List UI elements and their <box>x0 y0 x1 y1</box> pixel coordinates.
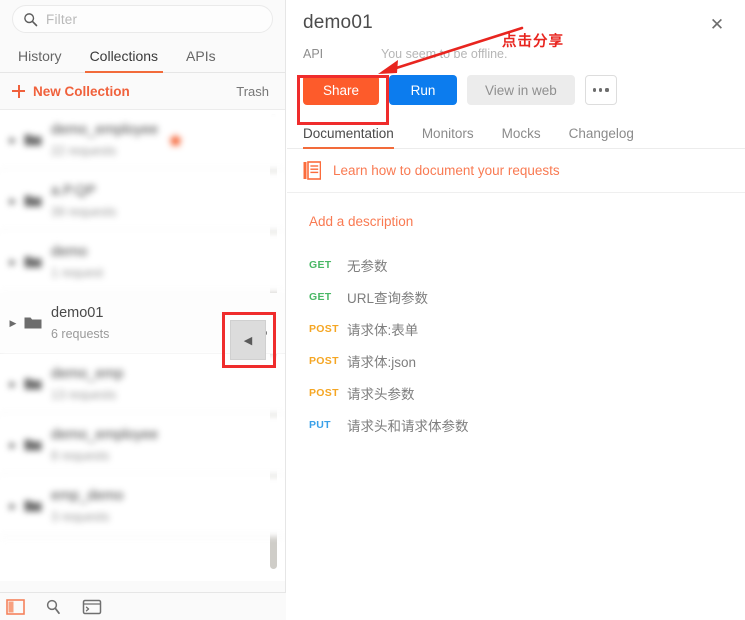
learn-documentation-link[interactable]: Learn how to document your requests <box>333 163 560 178</box>
folder-icon <box>24 256 42 268</box>
request-list: GET 无参数 GET URL查询参数 POST 请求体:表单 POST 请求体:json PO… <box>287 231 745 441</box>
collection-request-count: 1 request <box>51 265 104 280</box>
sidebar-collapse-button[interactable]: ◀ <box>230 320 266 360</box>
list-item[interactable]: ▶ demo_employee 8 requests <box>0 415 285 476</box>
list-item[interactable]: ▶ emp_demo 3 requests <box>0 476 285 537</box>
request-name: URL查询参数 <box>347 291 429 306</box>
collection-request-count: 13 requests <box>51 387 117 402</box>
request-method-badge: GET <box>309 291 332 303</box>
tab-mocks[interactable]: Mocks <box>488 126 555 148</box>
view-in-web-button[interactable]: View in web <box>467 75 575 105</box>
folder-icon <box>24 134 42 146</box>
console-icon[interactable] <box>82 598 102 616</box>
sidebar-toggle-icon[interactable] <box>6 598 26 616</box>
tab-documentation[interactable]: Documentation <box>303 126 408 149</box>
request-name: 请求头和请求体参数 <box>347 419 469 434</box>
plus-icon <box>12 84 25 98</box>
action-button-row: Share Run View in web <box>303 75 729 105</box>
request-method-badge: PUT <box>309 419 331 431</box>
request-method-badge: POST <box>309 323 339 335</box>
app-window: Filter History Collections APIs New Coll… <box>0 0 745 620</box>
folder-icon <box>24 500 42 512</box>
request-row[interactable]: POST 请求体:json <box>305 345 745 377</box>
request-row[interactable]: PUT 请求头和请求体参数 <box>305 409 745 441</box>
dot-icon <box>605 88 609 92</box>
collection-name: a.P.QP <box>51 182 96 199</box>
collection-request-count: 22 requests <box>51 143 117 158</box>
expand-caret-icon[interactable]: ▶ <box>6 257 20 267</box>
expand-caret-icon[interactable]: ▶ <box>6 379 20 389</box>
search-placeholder: Filter <box>46 11 78 27</box>
collection-name: demo <box>51 243 88 260</box>
run-button[interactable]: Run <box>389 75 457 105</box>
annotation-label: 点击分享 <box>502 34 564 50</box>
request-name: 请求体:json <box>347 355 417 370</box>
dot-icon <box>593 88 597 92</box>
close-icon[interactable]: ✕ <box>706 13 728 35</box>
book-icon <box>303 161 321 180</box>
new-collection-label: New Collection <box>33 83 130 99</box>
search-icon[interactable] <box>44 598 64 616</box>
more-options-button[interactable] <box>584 75 617 105</box>
list-item[interactable]: ▶ demo 1 request <box>0 232 285 293</box>
request-method-badge: POST <box>309 355 339 367</box>
collection-name: emp_demo <box>51 487 124 504</box>
tab-monitors[interactable]: Monitors <box>408 126 488 148</box>
request-name: 无参数 <box>347 259 388 274</box>
request-name: 请求体:表单 <box>347 323 419 338</box>
expand-caret-icon[interactable]: ▶ <box>6 318 20 328</box>
expand-caret-icon[interactable]: ▶ <box>6 501 20 511</box>
request-method-badge: POST <box>309 387 339 399</box>
sidebar-tabs: History Collections APIs <box>0 37 285 73</box>
star-icon[interactable] <box>168 133 183 148</box>
collection-request-count: 8 requests <box>51 448 110 463</box>
sidebar: Filter History Collections APIs New Coll… <box>0 0 286 620</box>
request-row[interactable]: POST 请求体:表单 <box>305 313 745 345</box>
learn-documentation-row[interactable]: Learn how to document your requests <box>287 149 745 193</box>
search-icon <box>24 12 38 26</box>
description-row: Add a description <box>287 193 745 231</box>
share-button[interactable]: Share <box>303 75 379 105</box>
folder-icon <box>24 439 42 451</box>
entity-type-label: API <box>303 47 324 61</box>
request-row[interactable]: GET 无参数 <box>305 249 745 281</box>
folder-icon <box>24 317 42 329</box>
list-item[interactable]: ▶ demo_employee 22 requests <box>0 110 285 171</box>
detail-panel: demo01 ✕ API You seem to be offline. Sha… <box>287 0 745 620</box>
bottom-toolbar <box>0 592 286 620</box>
filter-bar: Filter <box>0 0 285 37</box>
new-collection-row: New Collection Trash <box>0 73 285 110</box>
collection-name: demo_emp <box>51 365 124 382</box>
folder-icon <box>24 378 42 390</box>
request-row[interactable]: GET URL查询参数 <box>305 281 745 313</box>
collection-name: demo_employee <box>51 426 159 443</box>
list-item[interactable]: ▶ a.P.QP 39 requests <box>0 171 285 232</box>
collection-name: demo_employee <box>51 121 159 138</box>
expand-caret-icon[interactable]: ▶ <box>6 135 20 145</box>
expand-caret-icon[interactable]: ▶ <box>6 440 20 450</box>
status-text: You seem to be offline. <box>381 47 508 61</box>
chevron-left-icon: ◀ <box>243 334 253 347</box>
expand-caret-icon[interactable]: ▶ <box>6 196 20 206</box>
trash-button[interactable]: Trash <box>236 84 269 99</box>
request-row[interactable]: POST 请求头参数 <box>305 377 745 409</box>
tab-history[interactable]: History <box>4 48 76 72</box>
collection-request-count: 39 requests <box>51 204 117 219</box>
tab-apis[interactable]: APIs <box>172 48 230 72</box>
tab-changelog[interactable]: Changelog <box>555 126 648 148</box>
search-input[interactable]: Filter <box>12 5 273 33</box>
folder-icon <box>24 195 42 207</box>
collection-request-count: 3 requests <box>51 509 110 524</box>
new-collection-button[interactable]: New Collection <box>12 84 130 99</box>
add-description-link[interactable]: Add a description <box>309 214 413 229</box>
detail-header: demo01 ✕ API You seem to be offline. Sha… <box>287 0 745 125</box>
list-item[interactable]: ▶ demo_emp 13 requests <box>0 354 285 415</box>
collection-name: demo01 <box>51 304 104 321</box>
collection-request-count: 6 requests <box>51 326 110 341</box>
dot-icon <box>599 88 603 92</box>
request-name: 请求头参数 <box>347 387 415 402</box>
request-method-badge: GET <box>309 259 332 271</box>
detail-tabs: Documentation Monitors Mocks Changelog <box>287 119 745 149</box>
tab-collections[interactable]: Collections <box>76 48 172 73</box>
